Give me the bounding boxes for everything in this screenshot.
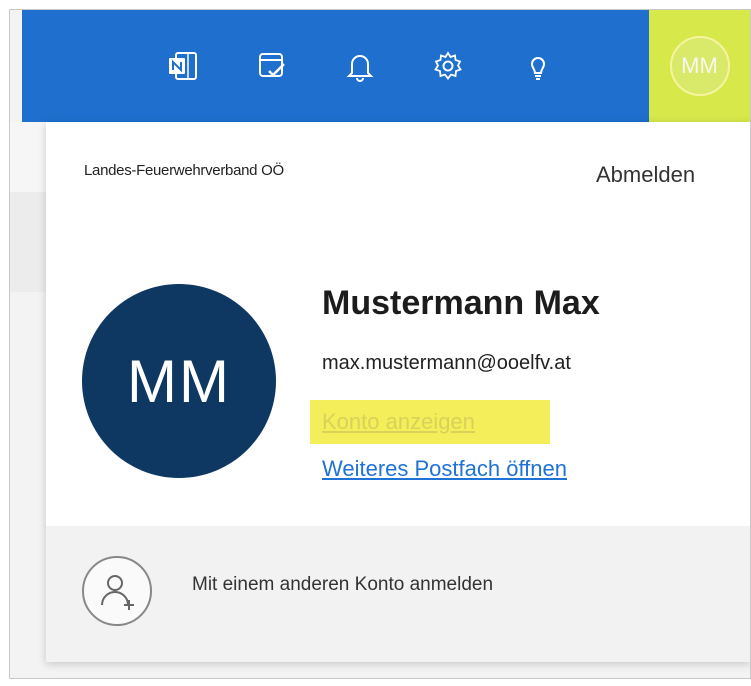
settings-button[interactable]: [422, 40, 474, 92]
open-mailbox-link[interactable]: Weiteres Postfach öffnen: [322, 456, 567, 482]
settings-gear-icon: [434, 51, 462, 80]
avatar: MM: [669, 36, 730, 96]
calendar-check-icon: [259, 53, 285, 77]
bell-icon: [346, 55, 374, 82]
notifications-button[interactable]: [334, 40, 386, 92]
account-manager-button[interactable]: MM: [649, 10, 750, 122]
window-frame: MM Landes-Feuerwehrverband OÖ Abmelden M…: [9, 9, 751, 679]
add-person-icon: [82, 556, 152, 626]
account-panel: Landes-Feuerwehrverband OÖ Abmelden MM M…: [46, 122, 750, 662]
lightbulb-icon: [530, 57, 546, 80]
onenote-icon: [169, 52, 197, 80]
other-account-row[interactable]: Mit einem anderen Konto anmelden: [46, 526, 750, 662]
view-account-link[interactable]: Konto anzeigen: [322, 409, 475, 435]
other-account-label: Mit einem anderen Konto anmelden: [192, 574, 494, 595]
background-strip: [10, 192, 50, 292]
tasks-button[interactable]: [246, 40, 298, 92]
top-bar: MM: [22, 10, 750, 122]
profile-avatar: MM: [82, 284, 276, 478]
background-strip: [10, 122, 50, 192]
onenote-button[interactable]: [157, 40, 209, 92]
user-email: max.mustermann@ooelfv.at: [322, 352, 571, 374]
user-name: Mustermann Max: [322, 284, 600, 322]
view-account-highlight: Konto anzeigen: [310, 400, 550, 444]
organization-name: Landes-Feuerwehrverband OÖ: [84, 162, 284, 179]
tips-button[interactable]: [512, 40, 564, 92]
signout-link[interactable]: Abmelden: [596, 162, 695, 188]
